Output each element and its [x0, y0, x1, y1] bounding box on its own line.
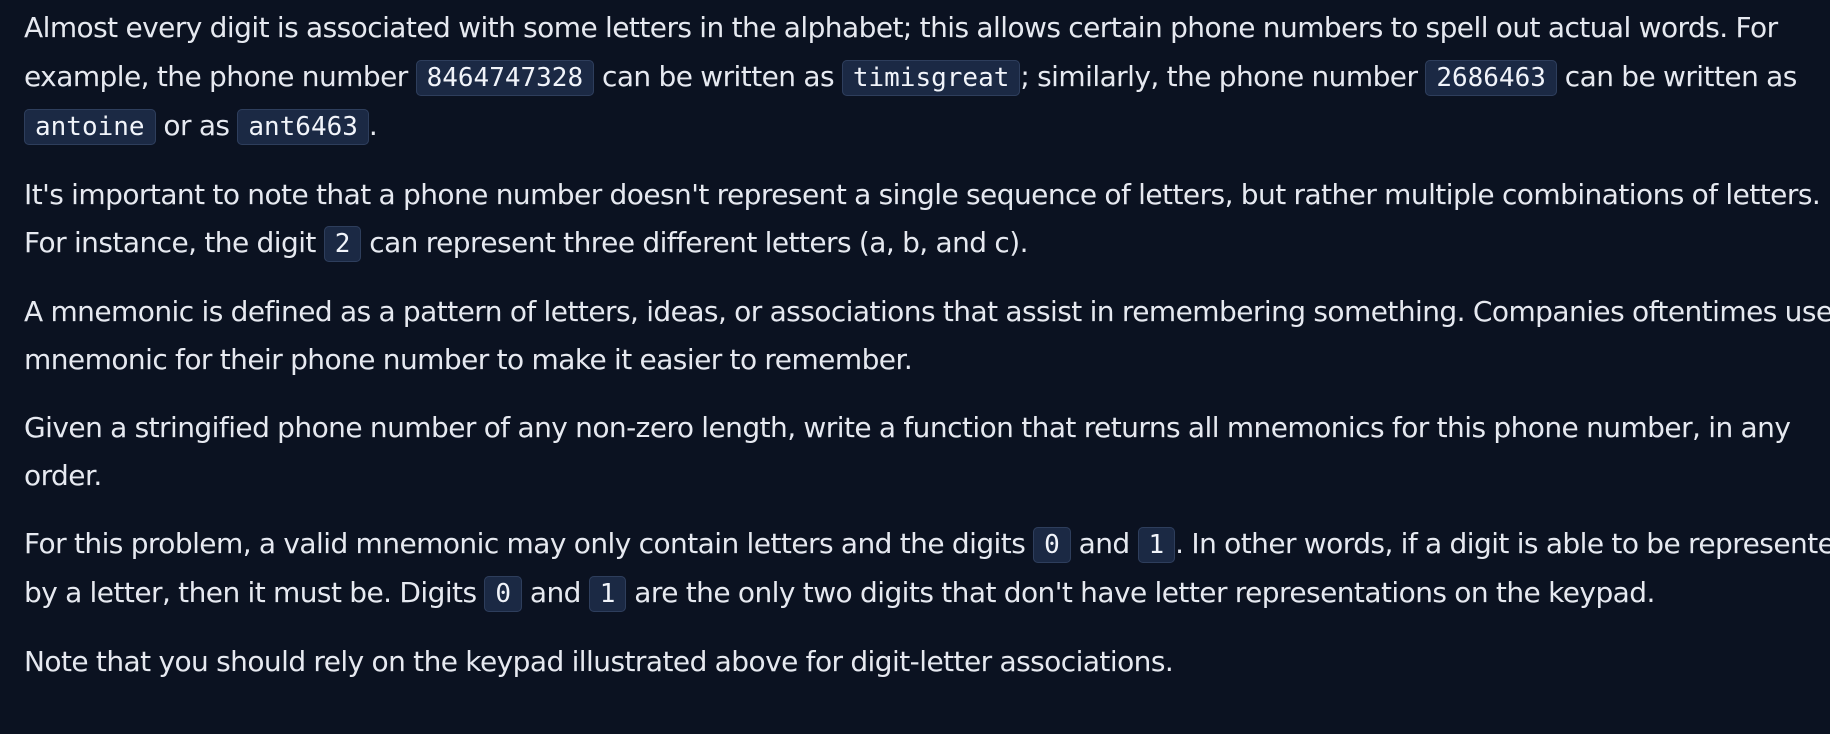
text: .	[368, 109, 378, 142]
inline-code-digit: 0	[1033, 526, 1071, 563]
paragraph-intro-line-1: Almost every digit is associated with so…	[24, 4, 1808, 53]
inline-code-digit: 0	[484, 576, 523, 612]
inline-code-phone-number: 8464747328	[415, 59, 595, 96]
paragraph-valid-line-2: by a letter, then it must be. Digits 0 a…	[24, 569, 1808, 619]
text: Almost every digit is associated with so…	[24, 11, 1778, 44]
text: It's important to note that a phone numb…	[24, 177, 1821, 211]
text: or as	[155, 109, 238, 142]
inline-code-digit: 2	[323, 226, 362, 262]
text: A mnemonic is defined as a pattern of le…	[24, 294, 1830, 328]
paragraph-mnemonic-line-1: A mnemonic is defined as a pattern of le…	[24, 288, 1830, 337]
text: order.	[24, 459, 102, 492]
inline-code-word: antoine	[24, 109, 156, 145]
paragraph-task-line-2: order.	[24, 452, 1808, 501]
paragraph-combinations-line-2: For instance, the digit 2 can represent …	[24, 219, 1808, 269]
paragraph-intro: Almost every digit is associated with so…	[24, 4, 1808, 152]
paragraph-combinations: It's important to note that a phone numb…	[24, 171, 1821, 269]
paragraph-intro-line-2: example, the phone number 8464747328 can…	[24, 53, 1808, 103]
inline-code-phone-number: 2686463	[1425, 59, 1557, 96]
inline-code-word: ant6463	[237, 109, 369, 145]
paragraph-task: Given a stringified phone number of any …	[24, 404, 1808, 501]
paragraph-valid-mnemonic: For this problem, a valid mnemonic may o…	[24, 520, 1830, 619]
text: Given a stringified phone number of any …	[24, 410, 1791, 444]
text: example, the phone number	[24, 59, 416, 93]
text: can represent three different letters (a…	[361, 226, 1028, 259]
text: are the only two digits that don't have …	[626, 576, 1655, 609]
text: by a letter, then it must be. Digits	[24, 576, 485, 609]
paragraph-valid-line-1: For this problem, a valid mnemonic may o…	[24, 520, 1830, 570]
text: ; similarly, the phone number	[1020, 59, 1426, 93]
text: . In other words, if a digit is able to …	[1175, 526, 1830, 560]
text: For instance, the digit	[24, 226, 324, 259]
text: mnemonic for their phone number to make …	[24, 343, 913, 376]
text: and	[522, 576, 589, 609]
inline-code-digit: 1	[1137, 526, 1176, 563]
paragraph-keypad-note: Note that you should rely on the keypad …	[24, 638, 1808, 687]
text: can be written as	[594, 59, 842, 93]
text: Note that you should rely on the keypad …	[24, 644, 1174, 678]
paragraph-combinations-line-1: It's important to note that a phone numb…	[24, 171, 1821, 220]
paragraph-note-line-1: Note that you should rely on the keypad …	[24, 638, 1808, 687]
paragraph-task-line-1: Given a stringified phone number of any …	[24, 404, 1808, 453]
inline-code-digit: 1	[588, 576, 627, 612]
paragraph-intro-line-3: antoine or as ant6463.	[24, 102, 1808, 152]
paragraph-mnemonic-definition: A mnemonic is defined as a pattern of le…	[24, 288, 1830, 385]
text: For this problem, a valid mnemonic may o…	[24, 526, 1034, 560]
text: can be written as	[1556, 59, 1798, 93]
text: and	[1070, 526, 1138, 560]
problem-description: Almost every digit is associated with so…	[0, 4, 1830, 686]
inline-code-word: timisgreat	[841, 59, 1021, 96]
paragraph-mnemonic-line-2: mnemonic for their phone number to make …	[24, 336, 1808, 385]
